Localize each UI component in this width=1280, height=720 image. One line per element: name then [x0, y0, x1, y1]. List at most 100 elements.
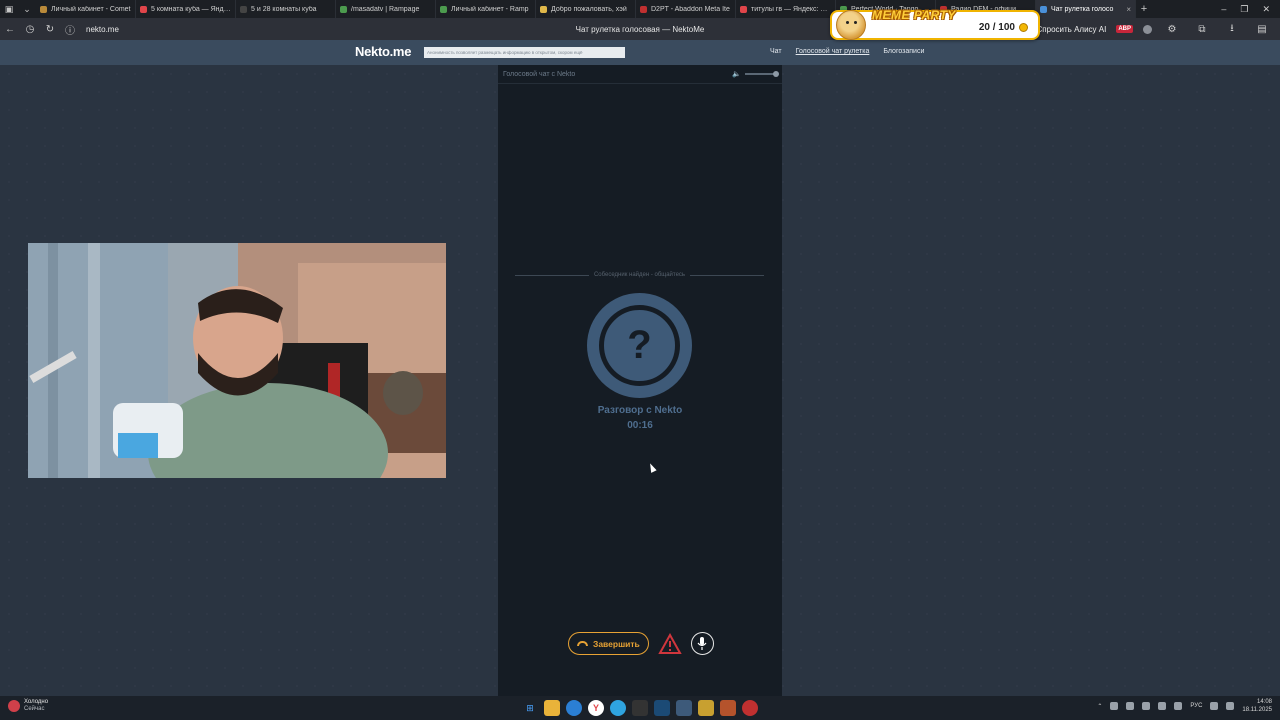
tab-favicon-icon	[740, 5, 747, 13]
weather-subtitle: Сейчас	[24, 706, 45, 712]
question-mark-icon: ?	[599, 305, 680, 386]
telegram-icon[interactable]	[610, 700, 626, 716]
microphone-button[interactable]	[690, 632, 714, 655]
nav-voice-chat[interactable]: Голосовой чат рулетка	[796, 48, 870, 55]
extensions-icon[interactable]: ⧉	[1192, 24, 1212, 35]
tab-favicon-icon	[440, 5, 447, 13]
volume-knob[interactable]	[773, 71, 779, 77]
panel-header: Голосовой чат с Nekto 🔈	[498, 65, 782, 84]
system-tray: ⌃ РУС 14:08 18.11.2025	[1097, 698, 1272, 714]
clock[interactable]: 14:08 18.11.2025	[1242, 698, 1272, 714]
browser-tab[interactable]: Чат рулетка голосо ×	[1036, 0, 1136, 18]
dota-icon[interactable]	[720, 700, 736, 716]
network-icon[interactable]	[1210, 702, 1219, 710]
volume-control[interactable]: 🔈	[732, 70, 779, 78]
adblock-icon[interactable]: ABP	[1116, 25, 1133, 33]
meme-party-score-text: 20 / 100	[978, 22, 1015, 33]
browser-tab[interactable]: D2PT - Abaddon Meta Ite	[636, 0, 736, 18]
meme-party-title: MEME PARTY	[872, 8, 956, 22]
end-call-button[interactable]: Завершить	[568, 632, 649, 655]
obs-icon[interactable]	[632, 700, 648, 716]
tray-app-icon[interactable]	[1110, 702, 1119, 710]
end-call-label: Завершить	[593, 638, 640, 649]
collections-icon[interactable]: ▤	[1252, 24, 1272, 35]
edge-icon[interactable]	[566, 700, 582, 716]
tray-expand-icon[interactable]: ⌃	[1097, 703, 1102, 710]
tab-close-icon[interactable]: ×	[1126, 5, 1131, 14]
partner-label: Разговор с Nekto	[597, 405, 683, 416]
start-icon[interactable]: ⊞	[522, 700, 538, 716]
minimize-icon[interactable]: –	[1221, 4, 1226, 14]
extension-icon[interactable]	[1143, 24, 1152, 34]
tray-app-icon-4[interactable]	[1158, 702, 1167, 710]
tab-label: /masadatv | Rampage	[351, 5, 420, 13]
volume-tray-icon[interactable]	[1226, 702, 1235, 710]
anonymity-notice: Анонимность позволяет размещать информац…	[424, 47, 625, 58]
site-logo[interactable]: Nekto.me	[355, 44, 411, 59]
nav-chat[interactable]: Чат	[770, 48, 782, 55]
report-warning-icon[interactable]	[657, 632, 683, 655]
site-nav: Чат Голосовой чат рулетка Блогозаписи	[770, 48, 924, 55]
browser-tab[interactable]: Добро пожаловать, хэй	[536, 0, 636, 18]
tab-favicon-icon	[240, 5, 247, 13]
back-icon[interactable]: ←	[0, 24, 20, 35]
volume-slider[interactable]	[745, 71, 779, 77]
doge-icon	[836, 10, 866, 40]
site-info-icon[interactable]: ⓘ	[60, 22, 80, 37]
phone-hangup-icon	[577, 641, 588, 646]
explorer-icon[interactable]	[544, 700, 560, 716]
tab-favicon-icon	[1040, 5, 1047, 13]
taskbar-apps: ⊞ Y	[522, 700, 758, 716]
browser-tab[interactable]: 5 комната куба — Яндекс	[136, 0, 236, 18]
url-field[interactable]: nekto.me	[86, 25, 119, 34]
close-window-icon[interactable]: ✕	[1262, 4, 1270, 15]
meme-party-score: 20 / 100	[979, 22, 1028, 33]
tray-app-icon-3[interactable]	[1142, 702, 1151, 710]
tab-label: D2PT - Abaddon Meta Ite	[651, 5, 730, 13]
browser-tab[interactable]: Личный кабинет - Ramp	[436, 0, 536, 18]
browser-tab[interactable]: титулы гв — Яндекс: нам	[736, 0, 836, 18]
clock-time: 14:08	[1256, 699, 1272, 705]
nav-blog[interactable]: Блогозаписи	[883, 48, 924, 55]
tab-list-icon[interactable]: ⌄	[18, 0, 36, 18]
microphone-icon	[697, 637, 707, 650]
weather-icon	[8, 700, 20, 712]
recording-icon[interactable]	[742, 700, 758, 716]
address-bar: ← ◷ ↻ ⓘ nekto.me Чат рулетка голосовая —…	[0, 18, 1280, 40]
browser-tab[interactable]: 5 и 28 комнаты куба	[236, 0, 336, 18]
partner-avatar: ?	[587, 293, 692, 398]
reload-icon[interactable]: ↻	[40, 24, 60, 35]
tab-favicon-icon	[40, 5, 47, 13]
history-icon[interactable]: ◷	[20, 24, 40, 35]
tab-favicon-icon	[640, 5, 647, 13]
tray-app-icon-5[interactable]	[1174, 702, 1183, 710]
tab-label: Личный кабинет - Comet	[51, 5, 131, 13]
call-timer: 00:16	[627, 420, 653, 431]
browser-menu-icon[interactable]: ▣	[0, 0, 18, 18]
tab-favicon-icon	[540, 5, 547, 13]
tab-label: титулы гв — Яндекс: нам	[751, 5, 831, 13]
settings-icon[interactable]: ⚙	[1162, 24, 1182, 35]
app-icon[interactable]	[676, 700, 692, 716]
coin-icon	[1019, 23, 1028, 32]
webcam-overlay	[28, 243, 446, 478]
volume-icon[interactable]: 🔈	[732, 70, 741, 78]
new-tab-button[interactable]: +	[1136, 3, 1152, 15]
tab-label: 5 и 28 комнаты куба	[251, 5, 317, 13]
alice-label: Спросить Алису AI	[1036, 24, 1107, 34]
tray-app-icon-2[interactable]	[1126, 702, 1135, 710]
yandex-browser-icon[interactable]: Y	[588, 700, 604, 716]
browser-tab[interactable]: Личный кабинет - Comet	[36, 0, 136, 18]
meme-party-widget: MEME PARTY 20 / 100	[830, 8, 1040, 40]
status-divider: Собеседник найден - общайтесь	[515, 272, 765, 278]
browser-tab[interactable]: /masadatv | Rampage	[336, 0, 436, 18]
language-indicator[interactable]: РУС	[1190, 703, 1202, 709]
weather-widget[interactable]: Холодно Сейчас	[8, 699, 48, 713]
restore-icon[interactable]: ❐	[1240, 4, 1248, 15]
game-icon[interactable]	[698, 700, 714, 716]
downloads-icon[interactable]: ⭳	[1222, 21, 1242, 38]
steam-icon[interactable]	[654, 700, 670, 716]
webcam-feed	[28, 243, 446, 478]
voice-chat-panel: Голосовой чат с Nekto 🔈 Собеседник найде…	[498, 65, 782, 696]
tab-label: Чат рулетка голосо	[1051, 5, 1114, 13]
